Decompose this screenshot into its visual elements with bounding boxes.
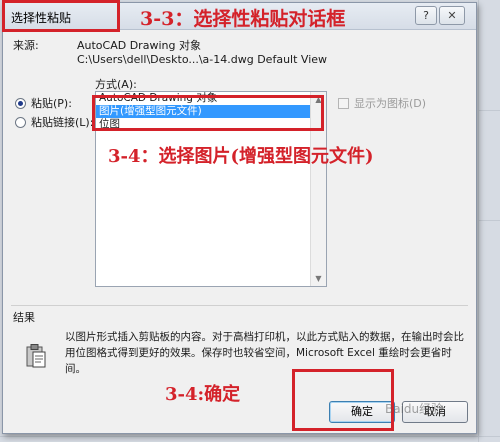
method-label: 方式(A): xyxy=(95,78,137,91)
annotation-box-ok xyxy=(292,369,394,431)
annotation-box-list-item xyxy=(92,95,324,131)
annotation-box-title xyxy=(2,0,120,32)
watermark: Baidu经验 xyxy=(385,402,444,416)
annotation-step-ok: 3-4:确定 xyxy=(165,384,241,405)
help-button[interactable]: ? xyxy=(415,6,437,25)
clipboard-icon xyxy=(25,343,47,372)
spreadsheet-gridline xyxy=(478,220,500,221)
scroll-down-arrow-icon[interactable]: ▼ xyxy=(311,271,326,286)
close-button[interactable]: ✕ xyxy=(439,6,465,25)
paste-link-radio-option[interactable]: 粘贴链接(L): xyxy=(15,114,93,130)
spreadsheet-gridline xyxy=(478,110,500,111)
divider xyxy=(11,305,468,306)
source-path: C:\Users\dell\Deskto...\a-14.dwg Default… xyxy=(77,53,328,66)
source-label: 来源: xyxy=(13,39,39,52)
paste-radio[interactable] xyxy=(15,97,26,109)
result-label: 结果 xyxy=(13,311,35,324)
source-value: AutoCAD Drawing 对象 xyxy=(77,39,201,52)
paste-radio-option[interactable]: 粘贴(P): xyxy=(15,95,72,111)
show-as-icon-label: 显示为图标(D) xyxy=(354,97,427,110)
spreadsheet-gridline xyxy=(0,436,500,437)
paste-link-radio-label: 粘贴链接(L): xyxy=(31,116,94,129)
paste-special-dialog: 选择性粘贴 ? ✕ 来源: AutoCAD Drawing 对象 C:\User… xyxy=(2,2,477,434)
show-as-icon-option: 显示为图标(D) xyxy=(338,95,426,111)
spreadsheet-gridline xyxy=(478,0,479,442)
annotation-step-select-picture: 3-4：选择图片(增强型图元文件) xyxy=(108,146,374,167)
paste-radio-label: 粘贴(P): xyxy=(31,97,72,110)
result-description: 以图片形式插入剪贴板的内容。对于高档打印机，以此方式贴入的数据，在输出时会比用位… xyxy=(65,331,464,375)
show-as-icon-checkbox xyxy=(338,97,349,109)
annotation-step-dialog: 3-3：选择性粘贴对话框 xyxy=(140,8,346,30)
paste-link-radio[interactable] xyxy=(15,116,26,128)
